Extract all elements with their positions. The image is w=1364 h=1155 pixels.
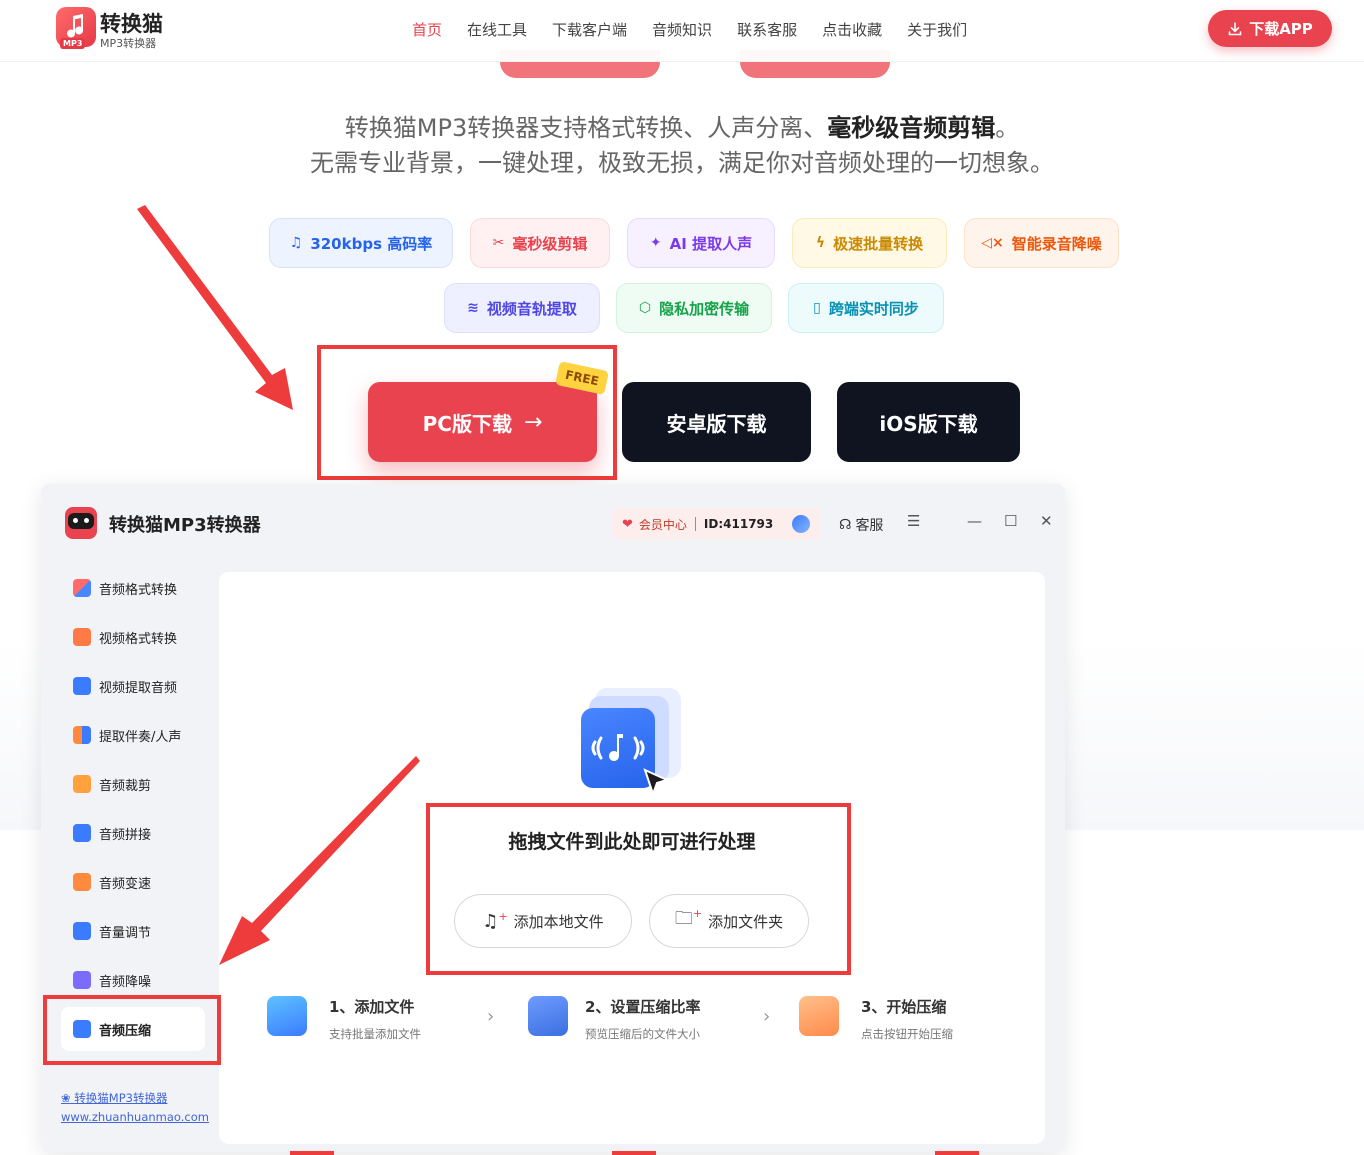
- annotation-arrow-bottom: [219, 756, 420, 965]
- logo-badge: MP3: [60, 38, 86, 49]
- top-nav: MP3 转换猫 MP3转换器 首页 在线工具 下载客户端 音频知识 联系客服 点…: [0, 0, 1364, 62]
- download-app-label: 下载APP: [1249, 20, 1313, 38]
- logo-title[interactable]: 转换猫: [100, 8, 163, 38]
- nav-item-audio-knowledge[interactable]: 音频知识: [652, 19, 712, 40]
- download-icon: [1228, 21, 1242, 35]
- nav-item-online-tools[interactable]: 在线工具: [467, 19, 527, 40]
- logo-subtitle: MP3转换器: [100, 37, 157, 50]
- nav-item-bookmark[interactable]: 点击收藏: [822, 19, 882, 40]
- page-root: MP3 转换猫 MP3转换器 首页 在线工具 下载客户端 音频知识 联系客服 点…: [0, 0, 1364, 1155]
- bottom-accent: [612, 1151, 656, 1155]
- nav-item-download-client[interactable]: 下载客户端: [552, 19, 627, 40]
- bottom-accent: [290, 1151, 334, 1155]
- download-app-button[interactable]: 下载APP: [1208, 10, 1332, 47]
- nav-item-contact[interactable]: 联系客服: [737, 19, 797, 40]
- nav-item-about[interactable]: 关于我们: [907, 19, 967, 40]
- nav-item-home[interactable]: 首页: [412, 19, 442, 40]
- main-nav: 首页 在线工具 下载客户端 音频知识 联系客服 点击收藏 关于我们: [412, 19, 992, 40]
- bottom-accent: [935, 1151, 979, 1155]
